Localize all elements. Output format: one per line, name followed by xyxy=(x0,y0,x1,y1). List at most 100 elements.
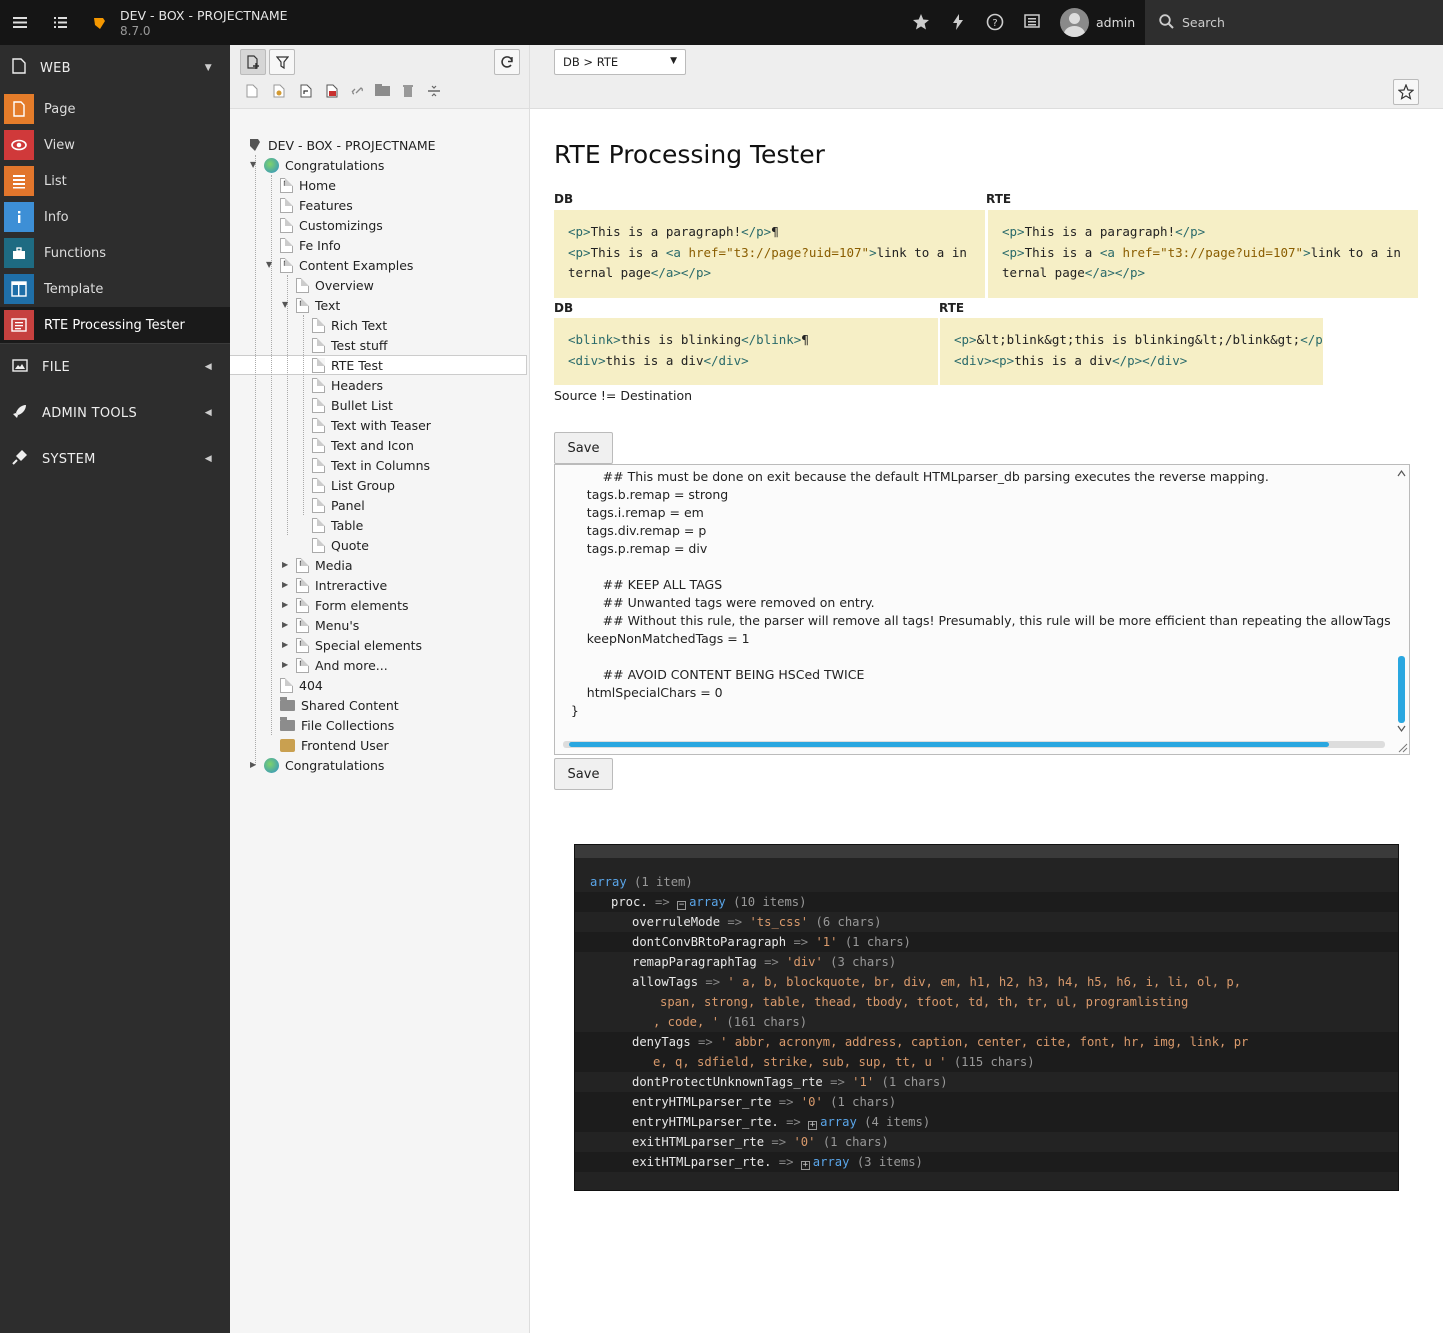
tree-node[interactable]: Overview xyxy=(296,275,374,295)
collapse-caret-icon[interactable]: ▼ xyxy=(266,260,272,269)
horizontal-scrollbar[interactable] xyxy=(563,741,1385,748)
menu-toggle-icon[interactable] xyxy=(0,0,40,45)
tree-node[interactable]: Panel xyxy=(312,495,365,515)
page-icon xyxy=(280,217,293,233)
tree-node[interactable]: Form elements xyxy=(296,595,409,615)
shortcut-page-icon xyxy=(280,177,293,193)
menu-group-file[interactable]: FILE ◀ xyxy=(0,344,230,390)
scrollbar-thumb[interactable] xyxy=(1398,656,1405,723)
module-rte-processing-tester[interactable]: RTE Processing Tester xyxy=(0,307,230,343)
tree-node[interactable]: Quote xyxy=(312,535,369,555)
tree-node[interactable]: Text and Icon xyxy=(312,435,414,455)
tree-node-label: Form elements xyxy=(315,597,409,613)
filter-button[interactable] xyxy=(269,49,295,75)
vertical-scrollbar[interactable] xyxy=(1397,469,1406,733)
tree-node-label: DEV - BOX - PROJECTNAME xyxy=(268,137,436,153)
tree-node[interactable]: Headers xyxy=(312,375,383,395)
rte-label: RTE xyxy=(939,301,965,315)
tree-node-label: Panel xyxy=(331,497,365,513)
expand-caret-icon[interactable]: ▶ xyxy=(282,660,288,669)
doctype-backend-section-icon[interactable] xyxy=(273,84,285,101)
search-input[interactable] xyxy=(1182,15,1402,30)
tree-node[interactable]: And more... xyxy=(296,655,388,675)
user-menu[interactable]: admin xyxy=(1060,7,1135,38)
doctype-folder-icon[interactable] xyxy=(375,84,390,99)
collapse-caret-icon[interactable]: ▼ xyxy=(250,160,256,169)
module-template[interactable]: Template xyxy=(0,271,230,307)
tree-node[interactable]: 404 xyxy=(280,675,323,695)
menu-group-web[interactable]: WEB ▼ xyxy=(0,45,230,91)
menu-group-admin-tools[interactable]: ADMIN TOOLS ◀ xyxy=(0,390,230,436)
tree-node[interactable]: Fe Info xyxy=(280,235,341,255)
version-label: 8.7.0 xyxy=(120,24,151,38)
tree-node[interactable]: Shared Content xyxy=(280,695,399,715)
collapse-icon[interactable]: − xyxy=(677,901,687,910)
help-icon[interactable]: ? xyxy=(986,13,1004,34)
tree-node[interactable]: Bullet List xyxy=(312,395,393,415)
pagetree-toggle-icon[interactable] xyxy=(40,0,80,45)
textarea-content: ## This must be done on exit because the… xyxy=(570,469,1391,718)
add-shortcut-button[interactable] xyxy=(1393,79,1419,105)
expand-icon[interactable]: + xyxy=(808,1121,818,1130)
page-icon xyxy=(312,357,325,373)
doctype-page-icon[interactable] xyxy=(246,84,258,101)
module-functions[interactable]: Functions xyxy=(0,235,230,271)
tree-node[interactable]: RTE Test xyxy=(312,355,383,375)
save-button[interactable]: Save xyxy=(554,432,613,464)
tree-node[interactable]: Customizings xyxy=(280,215,383,235)
tree-node[interactable]: File Collections xyxy=(280,715,394,735)
doctype-shortcut-icon[interactable] xyxy=(300,84,312,101)
module-function-select[interactable]: DB > RTE ▼ xyxy=(554,49,686,75)
doctype-external-link-icon[interactable] xyxy=(326,84,338,101)
expand-caret-icon[interactable]: ▶ xyxy=(282,620,288,629)
tree-node[interactable]: Content Examples xyxy=(280,255,413,275)
doctype-recycler-icon[interactable] xyxy=(402,84,414,101)
tree-node[interactable]: Text with Teaser xyxy=(312,415,431,435)
resize-handle-icon[interactable] xyxy=(1396,741,1408,753)
tree-node[interactable]: Frontend User xyxy=(280,735,389,755)
tree-node[interactable]: List Group xyxy=(312,475,395,495)
search-box[interactable] xyxy=(1145,0,1443,45)
tree-guide-line xyxy=(255,155,256,765)
expand-caret-icon[interactable]: ▶ xyxy=(282,560,288,569)
tree-node[interactable]: Text in Columns xyxy=(312,455,430,475)
module-list[interactable]: List xyxy=(0,163,230,199)
new-page-button[interactable] xyxy=(240,49,266,75)
module-label: Functions xyxy=(44,245,107,261)
typoscript-textarea[interactable]: ## This must be done on exit because the… xyxy=(554,464,1410,755)
tree-root[interactable]: DEV - BOX - PROJECTNAME xyxy=(248,135,436,155)
tree-node[interactable]: Menu's xyxy=(296,615,359,635)
tree-node[interactable]: Test stuff xyxy=(312,335,388,355)
module-view[interactable]: View xyxy=(0,127,230,163)
refresh-button[interactable] xyxy=(494,49,520,75)
tree-node[interactable]: Text xyxy=(296,295,340,315)
bookmarks-star-icon[interactable] xyxy=(912,13,930,34)
system-info-icon[interactable] xyxy=(1024,13,1040,32)
tree-node[interactable]: Media xyxy=(296,555,353,575)
flash-cache-icon[interactable] xyxy=(952,13,964,34)
doctype-divider-icon[interactable] xyxy=(427,84,441,101)
expand-icon[interactable]: + xyxy=(800,1161,810,1170)
expand-caret-icon[interactable]: ▶ xyxy=(282,600,288,609)
doctype-mount-point-icon[interactable] xyxy=(350,84,364,101)
tree-node[interactable]: Congratulations xyxy=(264,155,384,175)
tree-node[interactable]: Table xyxy=(312,515,363,535)
tree-node[interactable]: Home xyxy=(280,175,336,195)
scrollbar-thumb[interactable] xyxy=(569,742,1329,747)
expand-caret-icon[interactable]: ▶ xyxy=(282,580,288,589)
tree-node[interactable]: Features xyxy=(280,195,353,215)
globe-icon xyxy=(264,157,279,173)
menu-group-system[interactable]: SYSTEM ◀ xyxy=(0,436,230,482)
module-page[interactable]: Page xyxy=(0,91,230,127)
site-name[interactable]: DEV - BOX - PROJECTNAME xyxy=(120,9,288,23)
save-button[interactable]: Save xyxy=(554,758,613,790)
tree-node[interactable]: Special elements xyxy=(296,635,422,655)
module-info[interactable]: Info xyxy=(0,199,230,235)
expand-caret-icon[interactable]: ▶ xyxy=(250,760,256,769)
collapse-caret-icon[interactable]: ▼ xyxy=(282,300,288,309)
tree-node-label: Congratulations xyxy=(285,757,385,773)
tree-node[interactable]: Congratulations xyxy=(264,755,384,775)
expand-caret-icon[interactable]: ▶ xyxy=(282,640,288,649)
tree-node[interactable]: Intreractive xyxy=(296,575,387,595)
tree-node[interactable]: Rich Text xyxy=(312,315,387,335)
